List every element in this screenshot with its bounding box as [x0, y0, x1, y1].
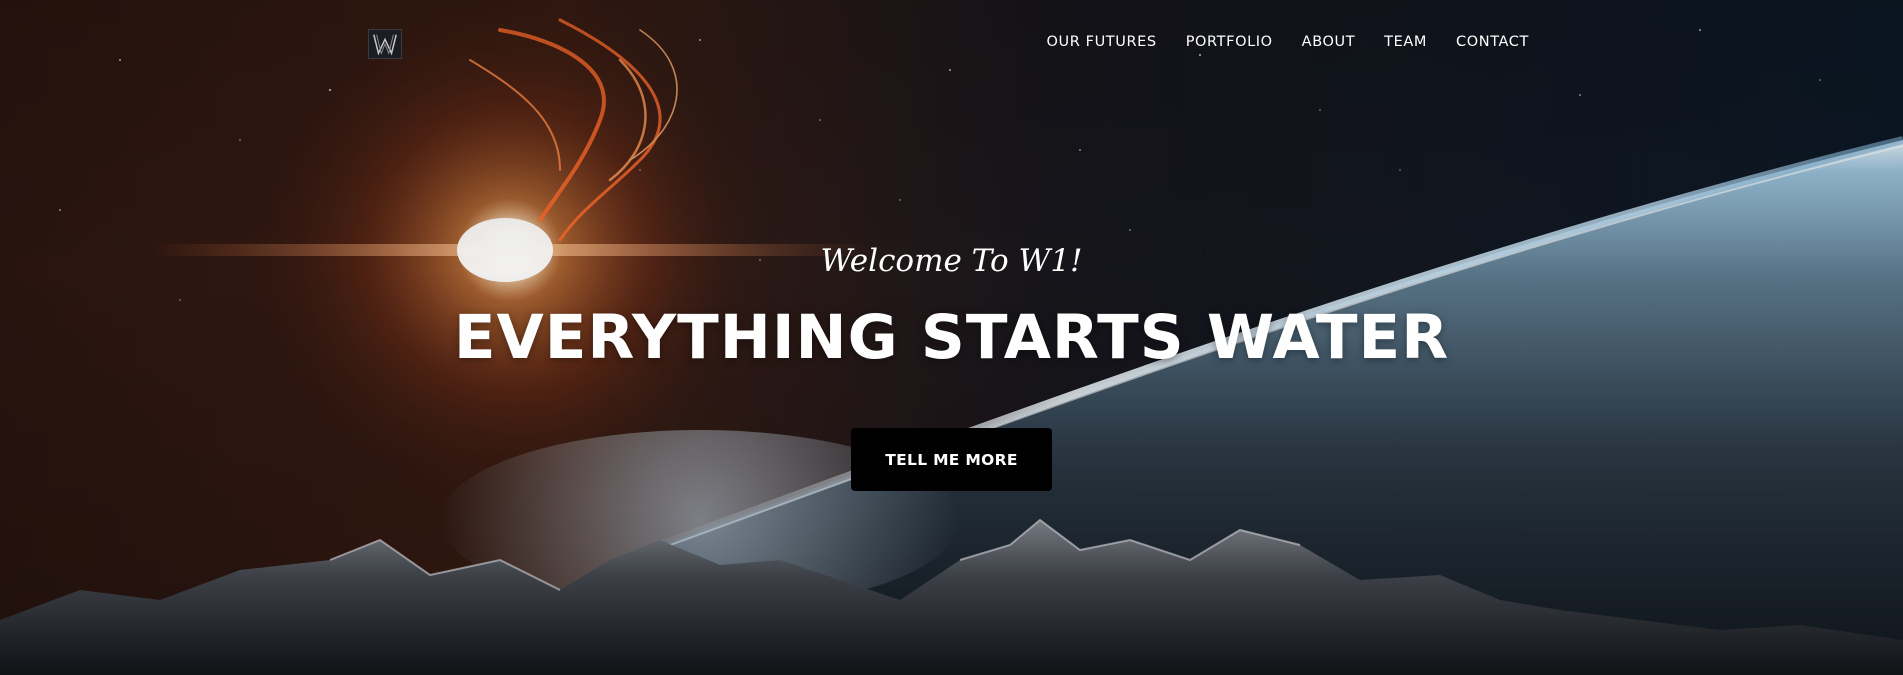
hero-heading: EVERYTHING STARTS WATER: [453, 302, 1450, 373]
nav-link-portfolio[interactable]: PORTFOLIO: [1186, 31, 1273, 53]
nav-item-contact: CONTACT: [1456, 31, 1529, 53]
tell-me-more-button[interactable]: TELL ME MORE: [851, 428, 1052, 491]
nav-link-contact[interactable]: CONTACT: [1456, 31, 1529, 53]
nav-item-portfolio: PORTFOLIO: [1186, 31, 1273, 53]
brand-logo[interactable]: [368, 29, 402, 59]
w-monogram-icon: [373, 34, 397, 56]
nav-item-our-futures: OUR FUTURES: [1047, 31, 1157, 53]
hero-section: OUR FUTURES PORTFOLIO ABOUT TEAM CONTACT…: [0, 0, 1903, 675]
hero-lead-text: Welcome To W1!: [820, 243, 1083, 279]
nav-item-team: TEAM: [1384, 31, 1427, 53]
top-navbar: OUR FUTURES PORTFOLIO ABOUT TEAM CONTACT: [0, 0, 1903, 84]
nav-link-team[interactable]: TEAM: [1384, 31, 1427, 53]
nav-link-our-futures[interactable]: OUR FUTURES: [1047, 31, 1157, 53]
nav-item-about: ABOUT: [1302, 31, 1356, 53]
nav-link-about[interactable]: ABOUT: [1302, 31, 1356, 53]
main-nav: OUR FUTURES PORTFOLIO ABOUT TEAM CONTACT: [1047, 31, 1529, 53]
